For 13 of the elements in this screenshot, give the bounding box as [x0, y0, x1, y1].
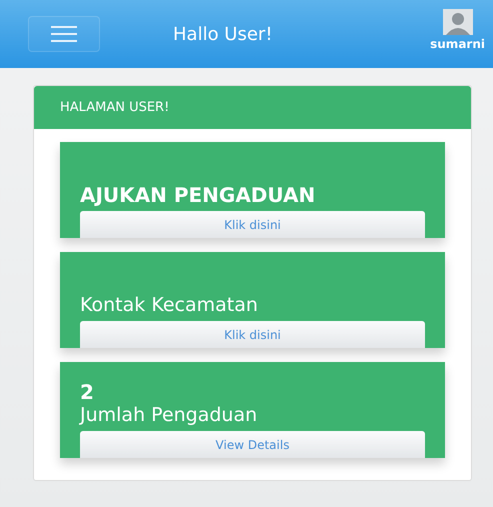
card-button[interactable]: View Details [80, 431, 425, 458]
card-button[interactable]: Klik disini [80, 321, 425, 348]
card-button[interactable]: Klik disini [80, 211, 425, 238]
count: 2 [80, 381, 95, 404]
card-title: AJUKAN PENGADUAN [80, 182, 316, 208]
menu-icon [51, 26, 77, 42]
panel-heading: HALAMAN USER! [60, 100, 170, 115]
username: sumarni [430, 37, 485, 51]
avatar-icon[interactable] [442, 9, 473, 35]
card-title: Jumlah Pengaduan [80, 403, 258, 428]
card-title: Kontak Kecamatan [80, 293, 259, 318]
header-title: Hallo User! [173, 24, 274, 44]
menu-button[interactable] [28, 16, 100, 52]
